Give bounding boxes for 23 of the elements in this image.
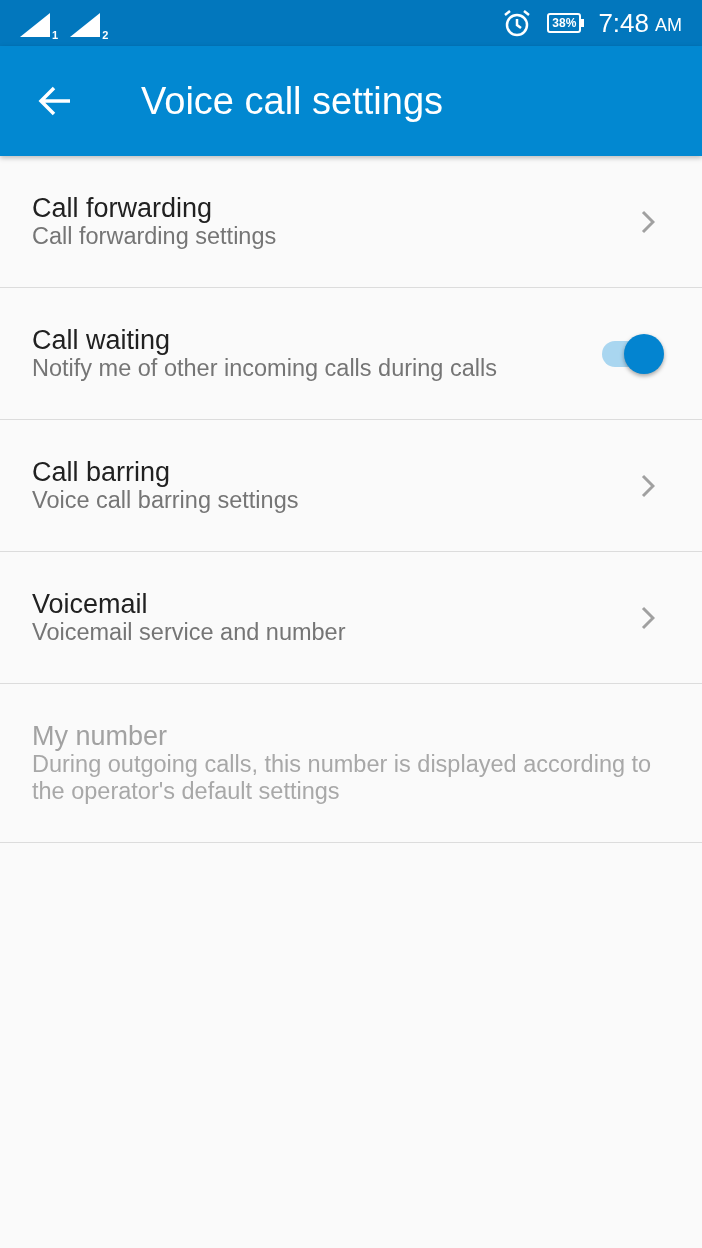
clock-time: 7:48: [598, 10, 649, 36]
signal-icon: [20, 13, 50, 37]
signal-icon: [70, 13, 101, 37]
setting-title[interactable]: Voicemail: [32, 589, 601, 619]
alarm-clock-icon: [503, 9, 532, 37]
setting-description: Notify me of other incoming calls during calls: [32, 355, 498, 382]
chevron-right-icon: [641, 473, 655, 498]
sim-label: 1: [52, 30, 59, 41]
toggle-switch[interactable]: [600, 332, 664, 375]
chevron-right-icon: [641, 209, 655, 234]
setting-title[interactable]: Call waiting: [32, 325, 560, 355]
setting-title[interactable]: Call forwarding: [32, 193, 601, 223]
setting-title[interactable]: Call barring: [32, 457, 601, 487]
sim-label: 2: [102, 30, 109, 41]
back-arrow-icon: [38, 86, 72, 116]
setting-description: Call forwarding settings: [32, 223, 278, 250]
battery-indicator: 38%: [547, 13, 585, 33]
screen-title: Voice call settings: [141, 78, 444, 124]
setting-description: During outgoing calls, this number is displayed according to the operator's default settings: [32, 751, 653, 805]
setting-description: Voice call barring settings: [32, 487, 300, 514]
clock-period: AM: [655, 16, 682, 34]
setting-description: Voicemail service and number: [32, 619, 347, 646]
chevron-right-icon: [641, 605, 655, 630]
